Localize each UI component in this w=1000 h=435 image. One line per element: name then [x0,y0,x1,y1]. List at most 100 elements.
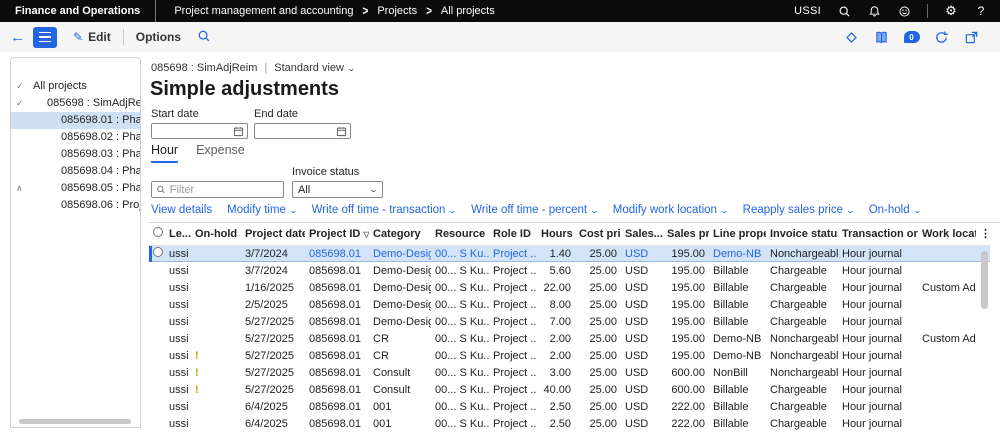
cell-role_id[interactable]: Project ... [489,415,537,432]
cell-resource[interactable]: 00... S Ku... [431,347,489,364]
row-select-radio[interactable] [149,313,165,330]
back-arrow-icon[interactable]: ← [10,30,25,45]
cell-cost_price[interactable]: 25.00 [575,347,621,364]
cell-transaction_origin[interactable]: Hour journal [838,347,918,364]
cell-legal_entity[interactable]: ussi [165,330,191,347]
cell-role_id[interactable]: Project ... [489,296,537,313]
cell-project_date[interactable]: 5/27/2025 [241,313,305,330]
cell-transaction_origin[interactable]: Hour journal [838,398,918,415]
app-name[interactable]: Finance and Operations [0,0,156,22]
edit-button[interactable]: ✎ Edit [67,30,117,44]
cell-work_location[interactable]: Custom Addres [918,330,976,347]
expanded-node-icon[interactable]: ✓ [16,78,24,95]
cell-transaction_origin[interactable]: Hour journal [838,245,918,262]
toolbar-action-write-off-time-transaction[interactable]: Write off time - transaction⌄ [312,204,457,216]
cell-on_hold[interactable]: ! [191,347,241,364]
cell-resource[interactable]: 00... S Ku... [431,296,489,313]
radio-icon[interactable] [153,247,163,257]
tree-item[interactable]: 085698.03 : Phase 3 [11,146,140,163]
cell-legal_entity[interactable]: ussi [165,296,191,313]
cell-sales_price[interactable]: 600.00 [663,381,709,398]
cell-hours[interactable]: 2.00 [537,330,575,347]
cell-cost_price[interactable]: 25.00 [575,398,621,415]
cell-project_date[interactable]: 5/27/2025 [241,364,305,381]
toolbar-action-reapply-sales-price[interactable]: Reapply sales price⌄ [743,204,854,216]
cell-hours[interactable]: 2.50 [537,415,575,432]
cell-project_id[interactable]: 085698.01 [305,296,369,313]
cell-invoice_status[interactable]: Chargeable [766,313,838,330]
cell-hours[interactable]: 2.50 [537,398,575,415]
cell-cost_price[interactable]: 25.00 [575,330,621,347]
cell-on_hold[interactable] [191,415,241,432]
cell-work_location[interactable]: Custom Addres [918,279,976,296]
tree-item[interactable]: ✓All projects [11,78,140,95]
cell-project_id[interactable]: 085698.01 [305,279,369,296]
cell-cost_price[interactable]: 25.00 [575,279,621,296]
cell-work_location[interactable] [918,313,976,330]
cell-on_hold[interactable]: ! [191,364,241,381]
cell-line_property[interactable]: Billable [709,415,766,432]
cell-sales_currency[interactable]: USD [621,262,663,279]
cell-role_id[interactable]: Project ... [489,279,537,296]
cell-legal_entity[interactable]: ussi [165,279,191,296]
cell-role_id[interactable]: Project ... [489,398,537,415]
table-row[interactable]: ussi!5/27/2025085698.01CR00... S Ku...Pr… [149,347,990,364]
cell-category[interactable]: 001 [369,398,431,415]
column-header-transaction_origin[interactable]: Transaction origin [838,223,918,245]
cell-resource[interactable]: 00... S Ku... [431,415,489,432]
cell-on_hold[interactable] [191,330,241,347]
search-icon[interactable] [837,4,851,18]
end-date-input[interactable] [254,123,351,139]
cell-invoice_status[interactable]: Nonchargeable [766,330,838,347]
cell-hours[interactable]: 2.00 [537,347,575,364]
cell-legal_entity[interactable]: ussi [165,347,191,364]
column-header-on_hold[interactable]: On-hold [191,223,241,245]
select-all-radio[interactable] [149,223,165,245]
cell-sales_currency[interactable]: USD [621,279,663,296]
cell-invoice_status[interactable]: Chargeable [766,415,838,432]
cell-sales_currency[interactable]: USD [621,330,663,347]
cell-work_location[interactable] [918,415,976,432]
row-select-radio[interactable] [149,296,165,313]
settings-gear-icon[interactable]: ⚙ [944,4,958,18]
cell-work_location[interactable] [918,364,976,381]
cell-legal_entity[interactable]: ussi [165,313,191,330]
expanded-node-icon[interactable]: ✓ [16,95,24,112]
tree-item[interactable]: ✓085698 : SimAdjReim [11,95,140,112]
cell-legal_entity[interactable]: ussi [165,381,191,398]
column-header-project_id[interactable]: Project ID ▽ [305,223,369,245]
table-row[interactable]: ussi6/4/2025085698.0100100... S Ku...Pro… [149,415,990,432]
cell-sales_currency[interactable]: USD [621,398,663,415]
cell-cost_price[interactable]: 25.00 [575,381,621,398]
cell-project_date[interactable]: 1/16/2025 [241,279,305,296]
table-row[interactable]: ussi3/7/2024085698.01Demo-Design00... S … [149,262,990,279]
toolbar-action-view-details[interactable]: View details [151,204,212,216]
column-options-icon[interactable]: ⋮ [976,223,990,245]
table-row[interactable]: ussi5/27/2025085698.01Demo-Design00... S… [149,313,990,330]
cell-hours[interactable]: 7.00 [537,313,575,330]
cell-project_id[interactable]: 085698.01 [305,245,369,262]
cell-legal_entity[interactable]: ussi [165,364,191,381]
toolbar-action-write-off-time-percent[interactable]: Write off time - percent⌄ [471,204,598,216]
cell-project_id[interactable]: 085698.01 [305,381,369,398]
cell-invoice_status[interactable]: Chargeable [766,262,838,279]
cell-category[interactable]: Demo-Design [369,296,431,313]
column-header-resource[interactable]: Resource [431,223,489,245]
cell-legal_entity[interactable]: ussi [165,415,191,432]
refresh-icon[interactable] [933,29,950,45]
cell-resource[interactable]: 00... S Ku... [431,262,489,279]
cell-sales_currency[interactable]: USD [621,313,663,330]
cell-sales_price[interactable]: 222.00 [663,415,709,432]
cell-role_id[interactable]: Project ... [489,381,537,398]
cell-project_date[interactable]: 5/27/2025 [241,347,305,364]
cell-cost_price[interactable]: 25.00 [575,245,621,262]
cell-project_id[interactable]: 085698.01 [305,313,369,330]
cell-project_date[interactable]: 2/5/2025 [241,296,305,313]
cell-hours[interactable]: 5.60 [537,262,575,279]
cell-sales_price[interactable]: 195.00 [663,330,709,347]
table-row[interactable]: ussi 2/5/2025085698.01Demo-Design00... S … [149,296,990,313]
column-header-category[interactable]: Category [369,223,431,245]
cell-sales_currency[interactable]: USD [621,415,663,432]
table-row[interactable]: ussi!5/27/2025085698.01Consult00... S Ku… [149,381,990,398]
cell-on_hold[interactable] [191,313,241,330]
